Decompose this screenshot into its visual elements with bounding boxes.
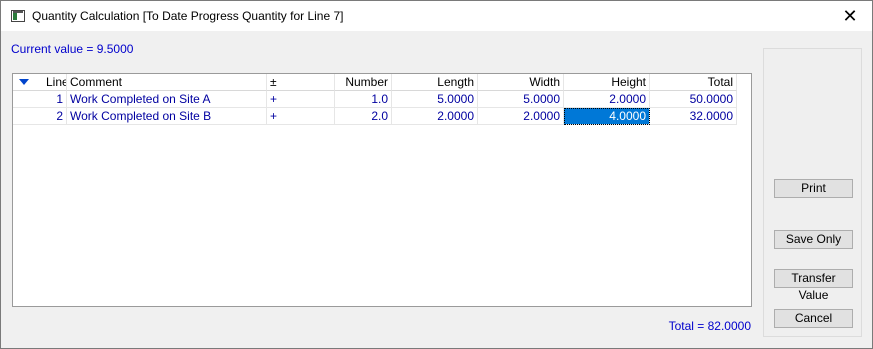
cell-width[interactable]: 2.0000 <box>478 108 564 125</box>
table-row[interactable]: 1 Work Completed on Site A + 1.0 5.0000 … <box>13 91 751 108</box>
print-button[interactable]: Print <box>774 179 853 198</box>
row-indicator[interactable] <box>13 108 43 125</box>
total-label: Total = 82.0000 <box>668 319 751 333</box>
cell-total[interactable]: 50.0000 <box>650 91 737 108</box>
cell-length[interactable]: 2.0000 <box>392 108 478 125</box>
close-button[interactable]: ✕ <box>830 1 870 31</box>
cell-number[interactable]: 1.0 <box>335 91 392 108</box>
title-bar[interactable]: Quantity Calculation [To Date Progress Q… <box>1 1 872 31</box>
save-only-button[interactable]: Save Only <box>774 230 853 249</box>
quantity-grid[interactable]: Line Comment ± Number Length Width Heigh… <box>12 73 752 307</box>
grid-header-row: Line Comment ± Number Length Width Heigh… <box>13 74 751 91</box>
cell-width[interactable]: 5.0000 <box>478 91 564 108</box>
column-header-length[interactable]: Length <box>392 74 478 91</box>
window-title: Quantity Calculation [To Date Progress Q… <box>32 9 344 23</box>
table-row[interactable]: 2 Work Completed on Site B + 2.0 2.0000 … <box>13 108 751 125</box>
column-header-number[interactable]: Number <box>335 74 392 91</box>
cell-height[interactable]: 2.0000 <box>564 91 650 108</box>
cell-comment[interactable]: Work Completed on Site B <box>67 108 267 125</box>
sort-indicator-cell[interactable] <box>13 74 43 91</box>
cell-comment[interactable]: Work Completed on Site A <box>67 91 267 108</box>
column-header-height[interactable]: Height <box>564 74 650 91</box>
column-header-total[interactable]: Total <box>650 74 737 91</box>
cell-line[interactable]: 1 <box>43 91 67 108</box>
window-app-icon <box>11 10 25 22</box>
column-header-width[interactable]: Width <box>478 74 564 91</box>
cell-total[interactable]: 32.0000 <box>650 108 737 125</box>
quantity-calculation-window: Quantity Calculation [To Date Progress Q… <box>0 0 873 349</box>
transfer-value-button[interactable]: Transfer Value <box>774 269 853 302</box>
cell-number[interactable]: 2.0 <box>335 108 392 125</box>
row-indicator[interactable] <box>13 91 43 108</box>
cell-sign[interactable]: + <box>267 108 335 125</box>
cell-sign[interactable]: + <box>267 91 335 108</box>
cell-height-selected[interactable]: 4.0000 <box>564 108 650 125</box>
column-header-line[interactable]: Line <box>43 74 67 91</box>
sort-down-triangle-icon[interactable] <box>19 79 29 85</box>
cancel-button[interactable]: Cancel <box>774 309 853 328</box>
current-value-label: Current value = 9.5000 <box>11 42 134 56</box>
column-header-comment[interactable]: Comment <box>67 74 267 91</box>
column-header-sign[interactable]: ± <box>267 74 335 91</box>
cell-length[interactable]: 5.0000 <box>392 91 478 108</box>
cell-line[interactable]: 2 <box>43 108 67 125</box>
